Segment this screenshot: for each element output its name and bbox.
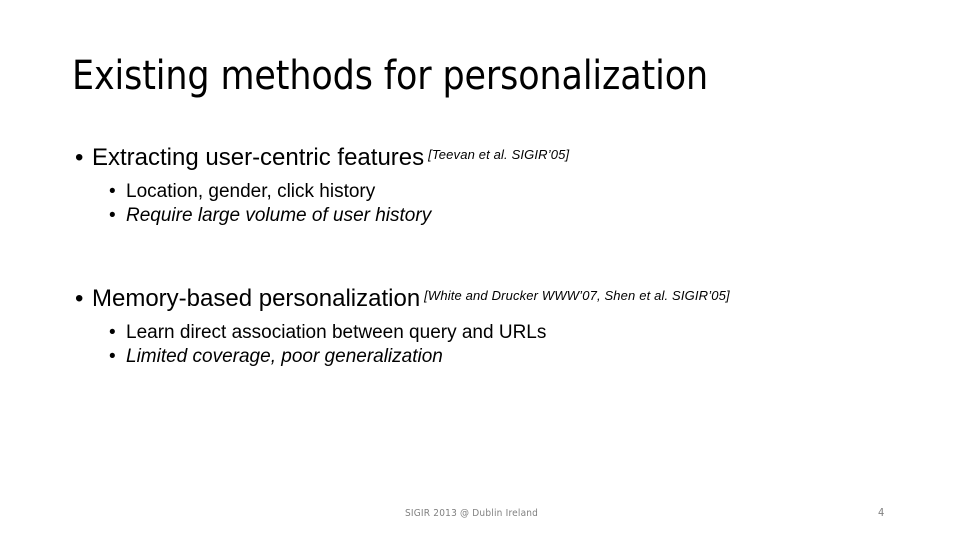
slide: Existing methods for personalization • Ex…	[0, 0, 960, 540]
sub-bullet-item-require-large-volume-of-user-history: • Require large volume of user history	[72, 204, 932, 228]
sub-bullet-text: Require large volume of user history	[126, 205, 432, 226]
sub-bullet-item-location-gender-click-history: • Location, gender, click history	[72, 180, 932, 204]
sub-bullet-text: Location, gender, click history	[126, 181, 376, 202]
bullet-item-memory-based-personalization: • Memory-based personalization [White and …	[72, 284, 932, 317]
bullet-group-1: • Extracting user-centric features [Teevan…	[72, 143, 932, 228]
footer-conference-label: SIGIR 2013 @ Dublin Ireland	[405, 508, 539, 519]
bullet-item-extracting-user-centric-features: • Extracting user-centric features [Teevan…	[72, 143, 932, 176]
sub-bullet-item-limited-coverage-poor-generalization: • Limited coverage, poor generalization	[72, 345, 932, 369]
bullet-marker-icon: •	[109, 205, 116, 226]
sub-bullet-text: Limited coverage, poor generalization	[126, 346, 443, 367]
bullet-text: Memory-based personalization	[92, 285, 421, 312]
sub-bullet-item-learn-direct-association: • Learn direct association between query …	[72, 321, 932, 345]
sub-bullet-list-1: • Location, gender, click history • Requir…	[72, 180, 932, 228]
bullet-text: Extracting user-centric features	[92, 144, 425, 171]
bullet-marker-icon: •	[109, 322, 116, 343]
page-title: Existing methods for personalization	[72, 53, 709, 99]
bullet-marker-icon: •	[75, 144, 84, 171]
bullet-group-2: • Memory-based personalization [White and …	[72, 284, 932, 369]
bullet-marker-icon: •	[109, 346, 116, 367]
slide-page-number: 4	[878, 506, 885, 519]
citation-reference: [Teevan et al. SIGIR’05]	[428, 147, 570, 162]
bullet-marker-icon: •	[109, 181, 116, 202]
citation-reference: [White and Drucker WWW’07, Shen et al. S…	[424, 288, 730, 303]
sub-bullet-text: Learn direct association between query a…	[126, 322, 547, 343]
bullet-marker-icon: •	[75, 285, 84, 312]
sub-bullet-list-2: • Learn direct association between query …	[72, 321, 932, 369]
slide-body: • Extracting user-centric features [Teevan…	[72, 143, 932, 369]
